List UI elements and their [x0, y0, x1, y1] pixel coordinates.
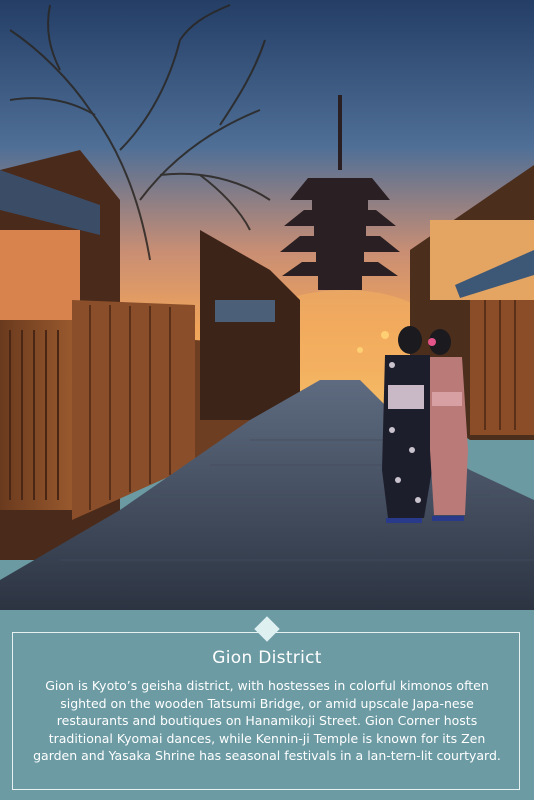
place-title: Gion District [212, 648, 322, 668]
place-description: Gion is Kyoto’s geisha district, with ho… [33, 678, 501, 763]
destination-card: Gion District Gion is Kyoto’s geisha dis… [0, 0, 534, 800]
caption-panel: Gion District Gion is Kyoto’s geisha dis… [0, 610, 534, 800]
gion-street-photo [0, 0, 534, 610]
